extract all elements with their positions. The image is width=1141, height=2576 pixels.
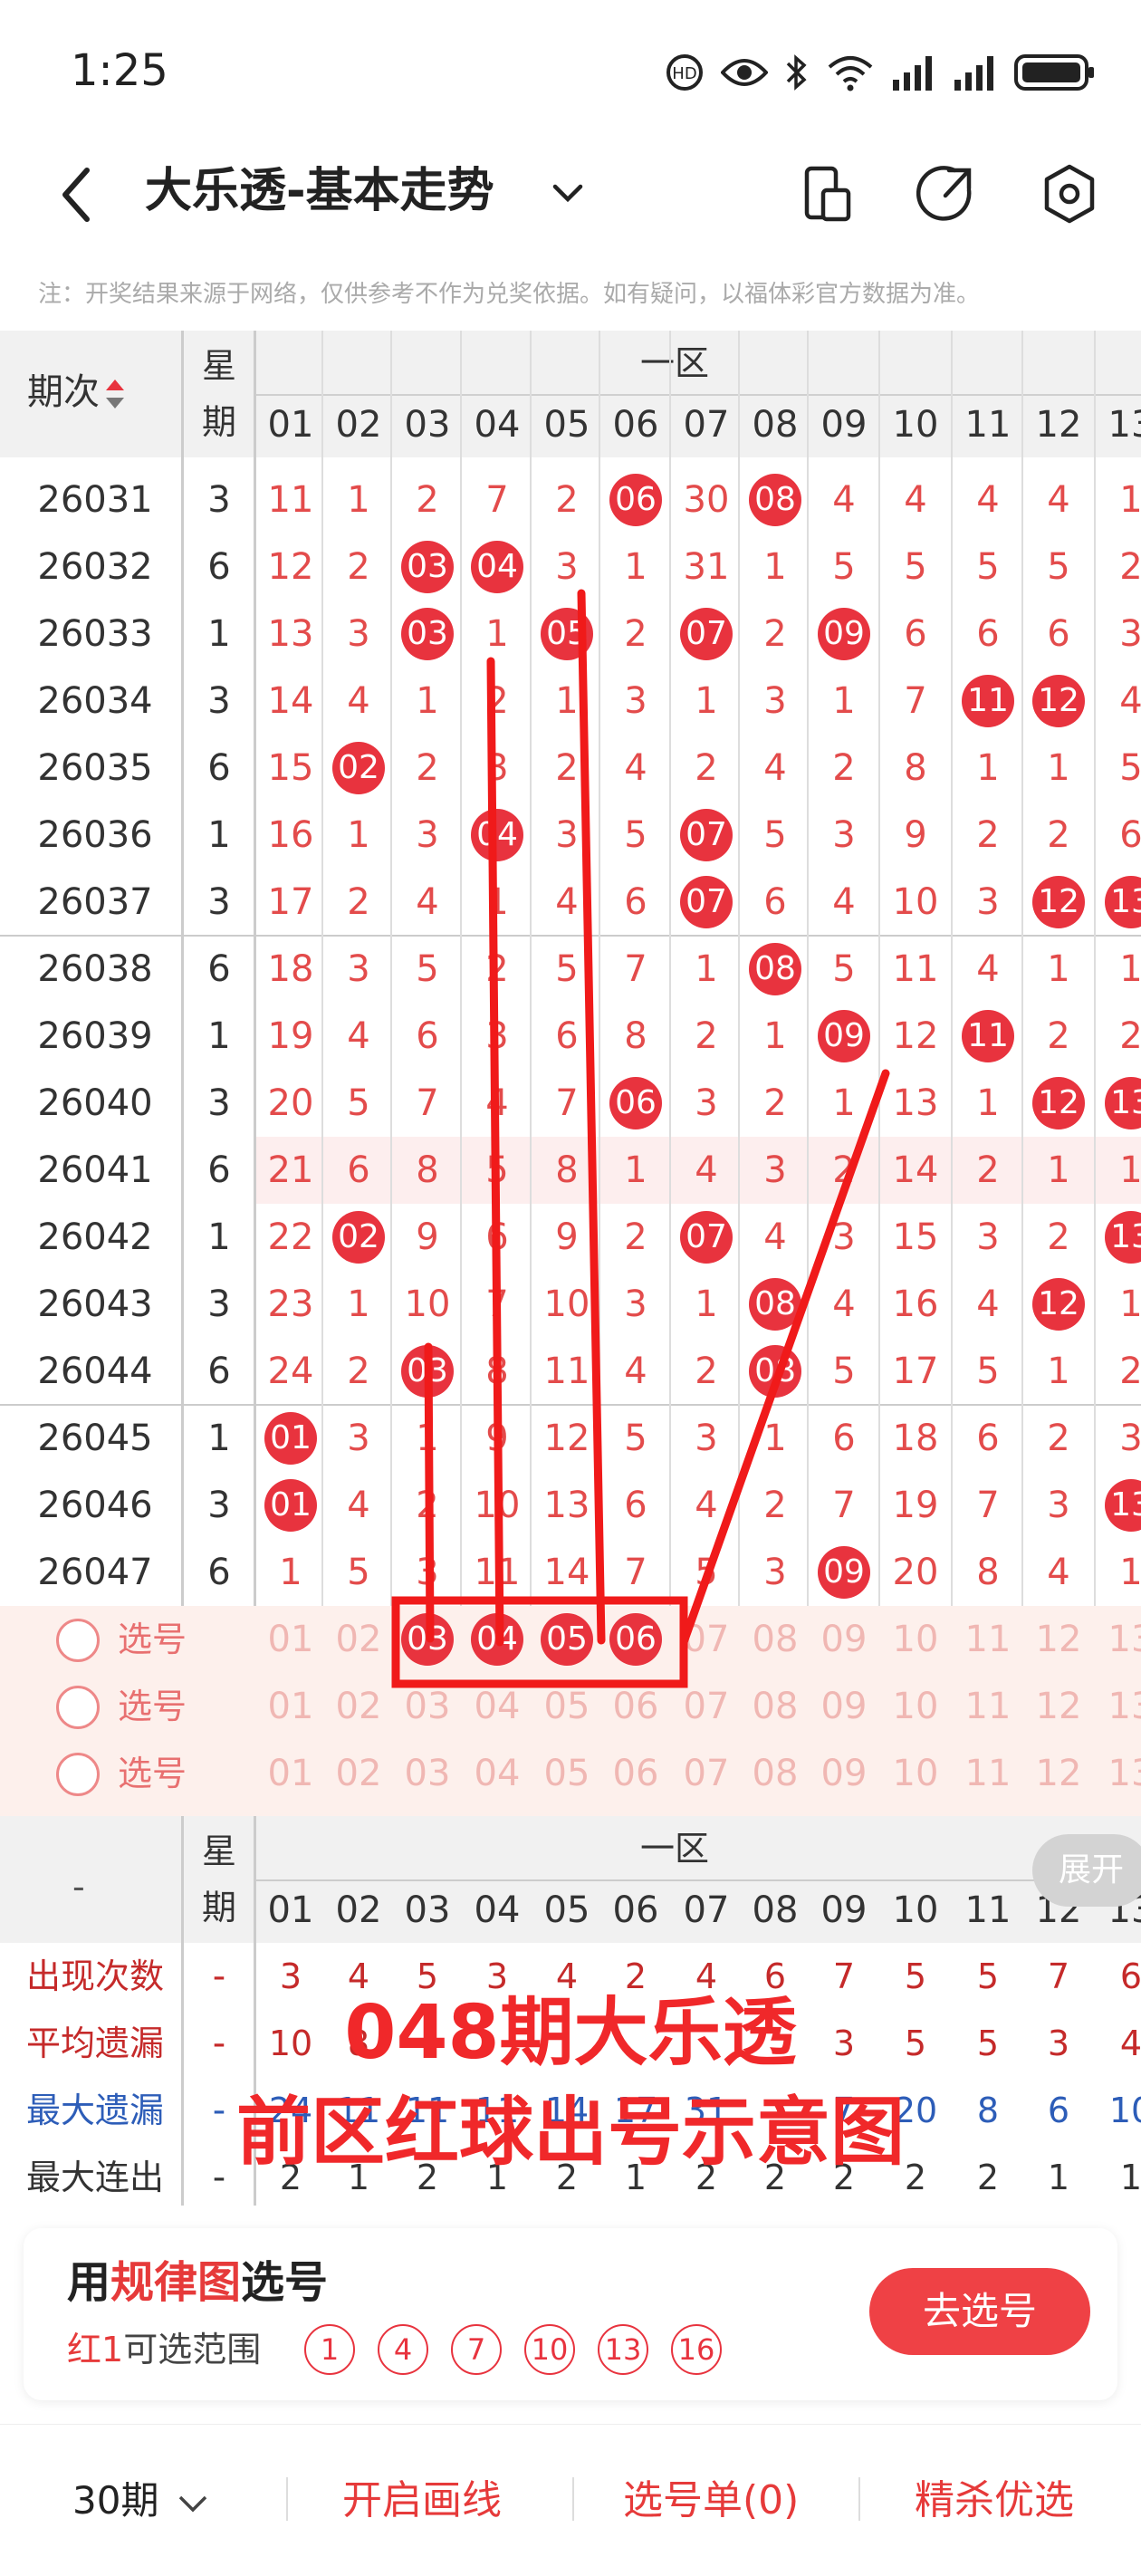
- trend-annotation-lines: [391, 589, 890, 1688]
- trend-table[interactable]: 期次星期一区0102030405060708091011121326031311…: [0, 331, 1141, 1816]
- bluetooth-icon: [786, 54, 807, 91]
- period-select[interactable]: 30期: [72, 2475, 209, 2526]
- signal-icon: [893, 56, 932, 91]
- stats-zone-label: 一区: [639, 1829, 709, 1869]
- expand-button[interactable]: 展开: [1032, 1834, 1141, 1907]
- stats-column-header: 05: [543, 1889, 590, 1931]
- battery-icon: [1014, 54, 1094, 91]
- stats-weekday-header: 星期: [201, 1831, 236, 1927]
- divider: [858, 2477, 860, 2521]
- annotation-line: [679, 1069, 890, 1647]
- pick-card-title: 用规律图选号: [67, 2257, 329, 2308]
- pattern-pick-card: 用规律图选号 红1可选范围 1 4 7 10 13 16 去选号: [24, 2228, 1117, 2400]
- stats-column-header: 04: [474, 1889, 521, 1931]
- range-number: 16: [671, 2324, 722, 2375]
- stats-column-header: 03: [404, 1889, 451, 1931]
- annotation-line: [486, 657, 504, 1647]
- eye-icon: [721, 59, 768, 86]
- annotation-line: [424, 1342, 435, 1643]
- range-number: 10: [524, 2324, 575, 2375]
- chevron-down-icon: [178, 2495, 207, 2512]
- chevron-down-icon[interactable]: [548, 174, 588, 214]
- bottom-bar: 30期 开启画线 选号单(0) 精杀优选: [0, 2424, 1141, 2576]
- stats-column-header: 07: [683, 1889, 730, 1931]
- wifi-icon: [828, 56, 873, 91]
- annotation-line: [577, 589, 606, 1645]
- page-title[interactable]: 大乐透-基本走势: [145, 159, 494, 223]
- range-number: 4: [378, 2324, 428, 2375]
- stats-column-header: 06: [612, 1889, 659, 1931]
- status-time: 1:25: [71, 45, 168, 96]
- stats-column-header: 10: [892, 1889, 939, 1931]
- pick-list-button[interactable]: 选号单(0): [623, 2475, 799, 2526]
- status-bar: 1:25 HD: [0, 0, 1141, 136]
- svg-text:HD: HD: [672, 64, 696, 83]
- overlay-title-line2: 前区红球出号示意图: [235, 2090, 905, 2176]
- divider: [286, 2477, 288, 2521]
- stats-column-header: 08: [752, 1889, 799, 1931]
- range-number: 1: [304, 2324, 355, 2375]
- stats-column-header: 01: [267, 1889, 314, 1931]
- status-icons: HD: [665, 45, 1096, 100]
- device-switch-icon[interactable]: [801, 163, 856, 226]
- share-icon[interactable]: [916, 163, 976, 226]
- range-number: 7: [451, 2324, 502, 2375]
- hd-icon: HD: [666, 54, 703, 91]
- draw-line-button[interactable]: 开启画线: [342, 2475, 502, 2526]
- disclaimer-text: 注：开奖结果来源于网络，仅供参考不作为兑奖依据。如有疑问，以福体彩官方数据为准。: [38, 281, 981, 308]
- stats-column-header: 09: [820, 1889, 868, 1931]
- stats-table: -星期一区01020304050607080910111213展开出现次数-34…: [0, 1816, 1141, 2206]
- premium-button[interactable]: 精杀优选: [915, 2475, 1074, 2526]
- signal-icon-2: [954, 56, 993, 91]
- overlay-title-line1: 048期大乐透: [344, 1990, 797, 2076]
- back-icon[interactable]: [54, 163, 100, 226]
- go-pick-button[interactable]: 去选号: [869, 2268, 1090, 2355]
- annotation-box: [391, 1596, 688, 1688]
- stats-column-header: 11: [964, 1889, 1012, 1931]
- range-label: 红1可选范围: [67, 2330, 262, 2369]
- stats-dash: -: [72, 1867, 85, 1907]
- range-number: 13: [598, 2324, 648, 2375]
- settings-icon[interactable]: [1040, 161, 1099, 228]
- divider: [572, 2477, 574, 2521]
- stats-column-header: 02: [335, 1889, 382, 1931]
